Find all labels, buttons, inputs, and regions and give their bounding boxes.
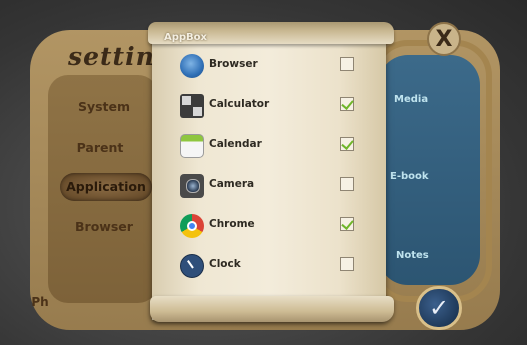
app-row-browser[interactable]: Browser (176, 52, 366, 80)
close-button[interactable]: X (427, 22, 461, 56)
menu-item-application[interactable]: Application (60, 173, 152, 201)
confirm-button[interactable]: ✓ (416, 286, 462, 330)
menu-item-parent[interactable]: Parent (54, 134, 146, 162)
right-label-notes[interactable]: Notes (396, 250, 429, 261)
app-row-chrome[interactable]: Chrome (176, 212, 366, 240)
right-panel (378, 55, 480, 285)
app-checkbox[interactable] (340, 57, 354, 71)
app-row-camera[interactable]: Camera (176, 172, 366, 200)
menu-item-system[interactable]: System (58, 93, 150, 121)
app-checkbox[interactable] (340, 257, 354, 271)
menu-item-partial[interactable]: Ph (20, 288, 60, 316)
app-row-clock[interactable]: Clock (176, 252, 366, 280)
chrome-icon (180, 214, 204, 238)
app-row-calculator[interactable]: Calculator (176, 92, 366, 120)
app-checkbox[interactable] (340, 217, 354, 231)
app-label: Chrome (209, 218, 255, 230)
screen: setting System Parent Application Browse… (0, 0, 527, 345)
appbox-scroll-bottom (150, 296, 394, 322)
browser-icon (180, 54, 204, 78)
right-label-ebook[interactable]: E-book (390, 171, 429, 182)
app-checkbox[interactable] (340, 97, 354, 111)
app-label: Calculator (209, 98, 270, 110)
camera-icon (180, 174, 204, 198)
app-label: Clock (209, 258, 241, 270)
app-checkbox[interactable] (340, 177, 354, 191)
calculator-icon (180, 94, 204, 118)
menu-item-browser[interactable]: Browser (58, 213, 150, 241)
app-label: Camera (209, 178, 255, 190)
app-checkbox[interactable] (340, 137, 354, 151)
right-label-media[interactable]: Media (394, 94, 428, 105)
calendar-icon (180, 134, 204, 158)
app-row-calendar[interactable]: Calendar (176, 132, 366, 160)
appbox-title: AppBox (164, 32, 207, 43)
app-label: Calendar (209, 138, 262, 150)
app-label: Browser (209, 58, 258, 70)
clock-icon (180, 254, 204, 278)
